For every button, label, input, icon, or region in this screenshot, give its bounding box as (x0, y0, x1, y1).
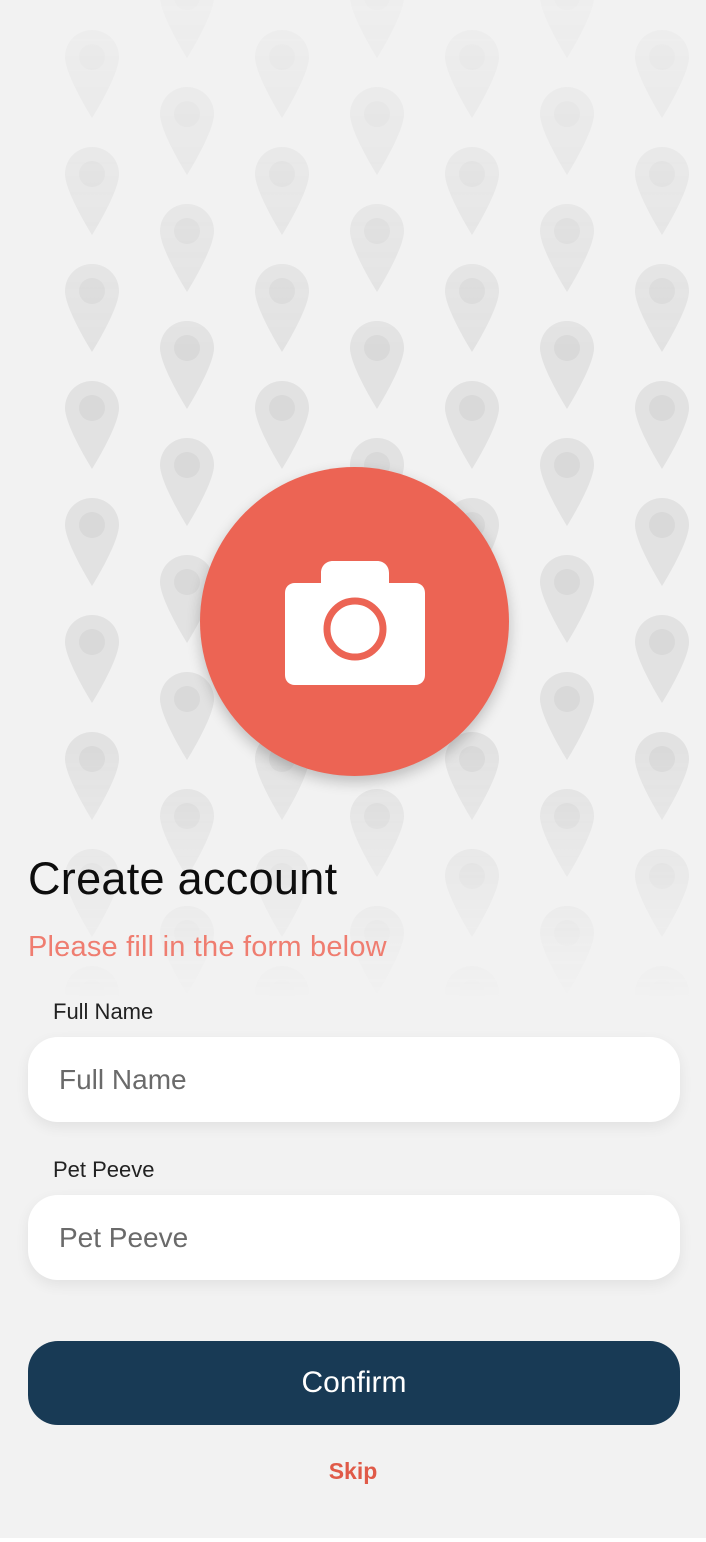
map-pin-icon (65, 615, 119, 703)
map-pin-icon (160, 321, 214, 409)
map-pin-icon (65, 966, 119, 1000)
map-pin-icon (445, 966, 499, 1000)
create-account-screen: Create account Please fill in the form b… (0, 0, 706, 1542)
map-pin-icon (445, 849, 499, 937)
bottom-edge-divider (0, 1538, 706, 1542)
map-pin-icon (255, 381, 309, 469)
map-pin-icon (160, 438, 214, 526)
map-pin-icon (635, 381, 689, 469)
map-pin-icon (255, 966, 309, 1000)
map-pin-icon (160, 204, 214, 292)
map-pin-icon (540, 672, 594, 760)
map-pin-icon (540, 321, 594, 409)
map-pin-icon (255, 264, 309, 352)
full-name-input[interactable] (28, 1037, 680, 1122)
map-pin-icon (540, 789, 594, 877)
map-pin-icon (65, 264, 119, 352)
map-pin-icon (350, 789, 404, 877)
full-name-label: Full Name (53, 999, 154, 1024)
map-pin-icon (350, 87, 404, 175)
map-pin-icon (635, 30, 689, 118)
map-pin-icon (445, 147, 499, 235)
map-pin-icon (65, 732, 119, 820)
map-pin-icon (540, 204, 594, 292)
map-pin-icon (350, 0, 404, 58)
map-pin-icon (350, 321, 404, 409)
map-pin-icon (635, 966, 689, 1000)
map-pin-icon (65, 381, 119, 469)
map-pin-icon (445, 30, 499, 118)
map-pin-icon (635, 264, 689, 352)
map-pin-icon (635, 732, 689, 820)
map-pin-icon (540, 906, 594, 994)
pet-peeve-input[interactable] (28, 1195, 680, 1280)
map-pin-icon (65, 147, 119, 235)
map-pin-icon (540, 438, 594, 526)
pet-peeve-label: Pet Peeve (53, 1157, 155, 1182)
map-pin-icon (160, 672, 214, 760)
camera-icon (285, 561, 425, 685)
page-title: Create account (28, 853, 338, 904)
confirm-button[interactable]: Confirm (28, 1341, 680, 1425)
map-pin-icon (635, 615, 689, 703)
profile-photo-button[interactable] (200, 467, 509, 776)
map-pin-icon (635, 498, 689, 586)
map-pin-icon (540, 0, 594, 58)
map-pin-icon (160, 87, 214, 175)
map-pin-icon (255, 30, 309, 118)
map-pin-icon (540, 87, 594, 175)
skip-link[interactable]: Skip (0, 1456, 706, 1486)
map-pin-icon (350, 204, 404, 292)
map-pin-icon (445, 381, 499, 469)
map-pin-icon (635, 147, 689, 235)
map-pin-icon (65, 30, 119, 118)
page-subtitle: Please fill in the form below (28, 931, 387, 963)
map-pin-icon (160, 0, 214, 58)
map-pin-icon (445, 264, 499, 352)
map-pin-icon (445, 732, 499, 820)
map-pin-icon (540, 555, 594, 643)
map-pin-icon (255, 147, 309, 235)
map-pin-icon (635, 849, 689, 937)
map-pin-icon (65, 498, 119, 586)
